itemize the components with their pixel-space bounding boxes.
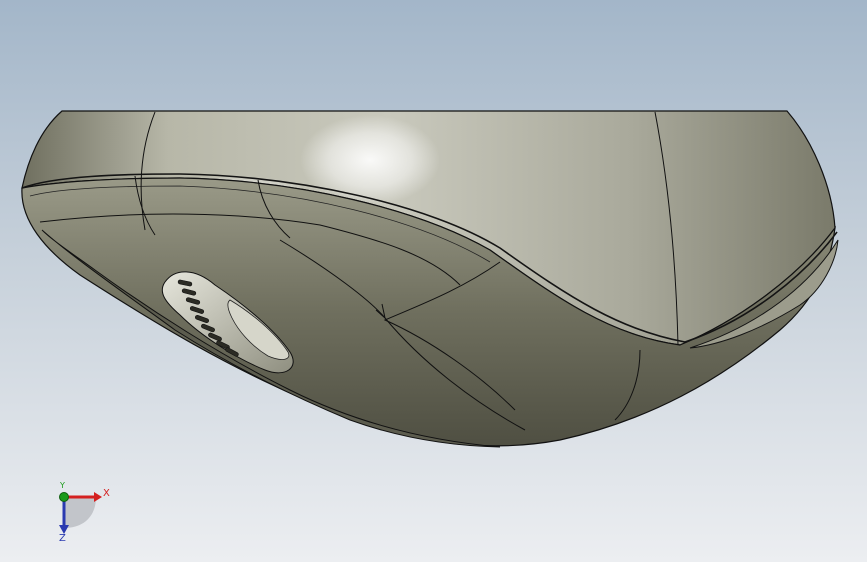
y-axis-label: Y — [60, 481, 65, 490]
triad-graphic — [59, 492, 102, 534]
glare-highlight-main — [300, 115, 440, 205]
mouse-shell-model[interactable] — [0, 0, 867, 562]
x-axis-arrowhead — [94, 492, 102, 502]
y-axis-arrow — [59, 492, 69, 502]
graphics-viewport[interactable]: X Y Z — [0, 0, 867, 562]
reference-triad: X Y Z — [44, 480, 124, 550]
z-axis-label: Z — [59, 533, 66, 544]
x-axis-label: X — [103, 488, 110, 499]
triad-shadow — [64, 497, 96, 528]
